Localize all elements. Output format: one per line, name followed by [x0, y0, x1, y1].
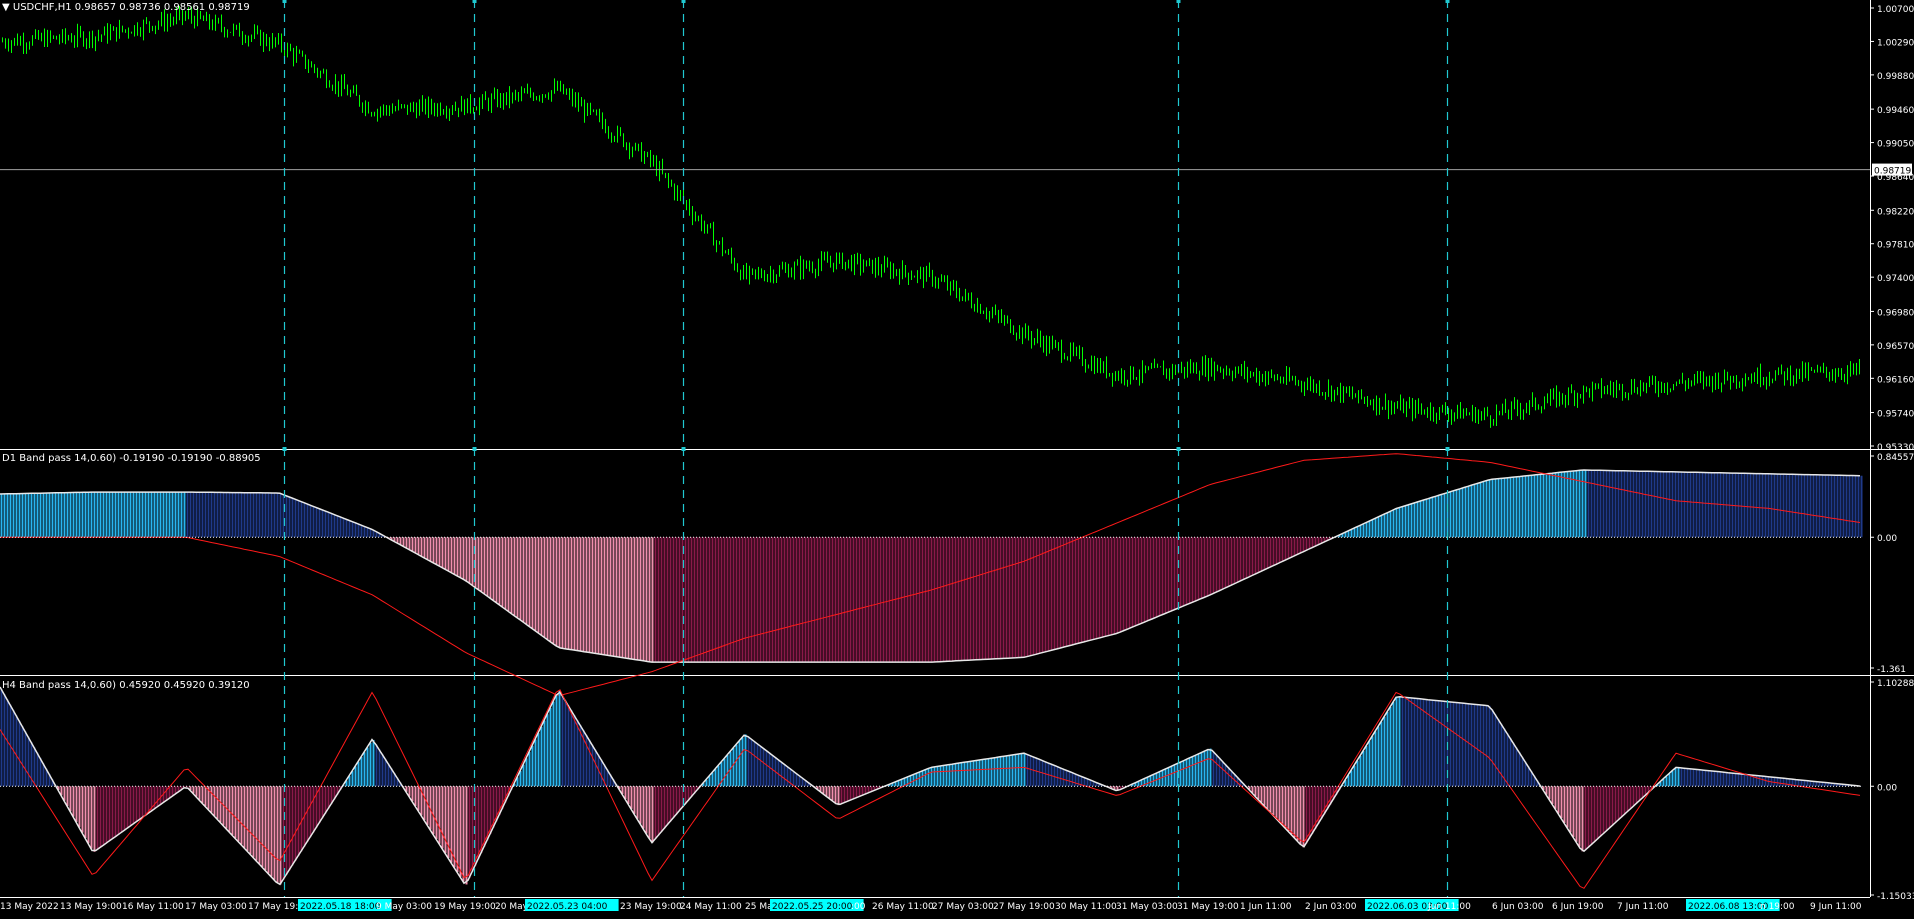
- x-tick-label: 9 Jun 11:00: [1810, 902, 1862, 912]
- event-vline-handle: [282, 0, 287, 3]
- x-tick-label: 2022.05.25 20:00: [772, 902, 853, 912]
- y-tick-label: 0.95330: [1877, 443, 1914, 453]
- y-tick-label: 0.99460: [1877, 106, 1914, 116]
- y-tick-label: 0.95740: [1877, 410, 1914, 420]
- event-vline-handle: [681, 447, 686, 451]
- y-tick-label: 0.99050: [1877, 140, 1914, 150]
- main-title-text: USDCHF,H1 0.98657 0.98736 0.98561 0.9871…: [12, 2, 250, 13]
- x-tick-label: 31 May 19:00: [1177, 902, 1239, 912]
- x-tick-label: Jun 11:00: [1427, 902, 1471, 912]
- x-tick-label: 20 May: [495, 902, 529, 912]
- event-vline-handle: [472, 0, 477, 3]
- x-tick-label: 6 Jun 03:00: [1492, 902, 1544, 912]
- x-tick-label: n 19:00: [1760, 902, 1795, 912]
- x-tick-label: 7 Jun 11:00: [1617, 902, 1669, 912]
- x-tick-label: 6 Jun 19:00: [1552, 902, 1604, 912]
- event-vline-handle: [472, 447, 477, 451]
- x-tick-label: 2022.06.08 13:00: [1688, 902, 1769, 912]
- y-tick-label: 1.00700: [1877, 5, 1914, 15]
- y-tick-label: 0.97810: [1877, 241, 1914, 251]
- dropdown-triangle-icon[interactable]: ▼: [2, 2, 10, 13]
- chart-root: 0.98719 1.00700 1.00290 0.99880 0.99460 0.990…: [0, 0, 1914, 915]
- event-vline-handle: [1176, 447, 1181, 451]
- d1-signal-line: [0, 453, 1861, 696]
- y-tick-label: -1.15033: [1877, 892, 1914, 902]
- x-tick-label: 17 May 03:00: [185, 902, 247, 912]
- y-tick-label: 0.96980: [1877, 308, 1914, 318]
- x-tick-label: 30 May 11:00: [1055, 902, 1117, 912]
- y-tick-label: 0.96160: [1877, 375, 1914, 385]
- x-tick-label: 13 May 19:00: [60, 902, 122, 912]
- h4-signal-line: [0, 689, 1861, 889]
- event-vline-handle: [1176, 0, 1181, 3]
- d1-title: D1 Band pass 14,0.60) -0.19190 -0.19190 …: [2, 453, 261, 464]
- y-tick-label: -1.361: [1877, 665, 1906, 675]
- h4-band-line: [0, 686, 1861, 886]
- h4-histogram: [0, 688, 1863, 885]
- event-vline-handle: [1445, 447, 1450, 451]
- x-tick-label: 9 May 03:00: [376, 902, 432, 912]
- main-title: ▼ USDCHF,H1 0.98657 0.98736 0.98561 0.98…: [2, 2, 250, 14]
- x-tick-label: 24 May 11:00: [680, 902, 742, 912]
- y-tick-label: 0.98220: [1877, 207, 1914, 217]
- event-vline-handle: [1445, 0, 1450, 3]
- y-tick-label: 0.84557: [1877, 453, 1914, 463]
- y-tick-label: 0.00: [1877, 534, 1897, 544]
- x-tick-label: 23 May 19:00: [620, 902, 682, 912]
- y-tick-label: 0.96570: [1877, 342, 1914, 352]
- x-tick-label: 27 May 03:00: [932, 902, 994, 912]
- d1-band-line: [0, 469, 1861, 663]
- y-tick-label: 0.98640: [1877, 173, 1914, 183]
- event-vline-handle: [282, 447, 287, 451]
- x-tick-label: 1 Jun 11:00: [1240, 902, 1292, 912]
- event-vline-handle: [681, 0, 686, 3]
- x-tick-label: 2022.05.23 04:00: [527, 902, 608, 912]
- chart-canvas: 0.987191.007001.002900.998800.994600.990…: [0, 0, 1914, 912]
- h4-title: H4 Band pass 14,0.60) 0.45920 0.45920 0.…: [2, 680, 250, 691]
- x-tick-label: 19 May 19:00: [434, 902, 496, 912]
- y-tick-label: 0.97400: [1877, 274, 1914, 284]
- x-tick-label: 31 May 03:00: [1116, 902, 1178, 912]
- x-tick-label: 26 May 11:00: [872, 902, 934, 912]
- y-tick-label: 1.10288: [1877, 679, 1914, 689]
- y-tick-label: 0.00: [1877, 783, 1897, 793]
- x-tick-label: 13 May 2022: [0, 902, 59, 912]
- x-tick-label: 2022.05.18 18:00: [300, 902, 381, 912]
- x-tick-label: :00: [851, 902, 866, 912]
- x-tick-label: 16 May 11:00: [122, 902, 184, 912]
- x-tick-label: 27 May 19:00: [993, 902, 1055, 912]
- d1-histogram: [0, 470, 1863, 663]
- y-tick-label: 0.99880: [1877, 72, 1914, 82]
- x-tick-label: 2 Jun 03:00: [1305, 902, 1357, 912]
- y-tick-label: 1.00290: [1877, 38, 1914, 48]
